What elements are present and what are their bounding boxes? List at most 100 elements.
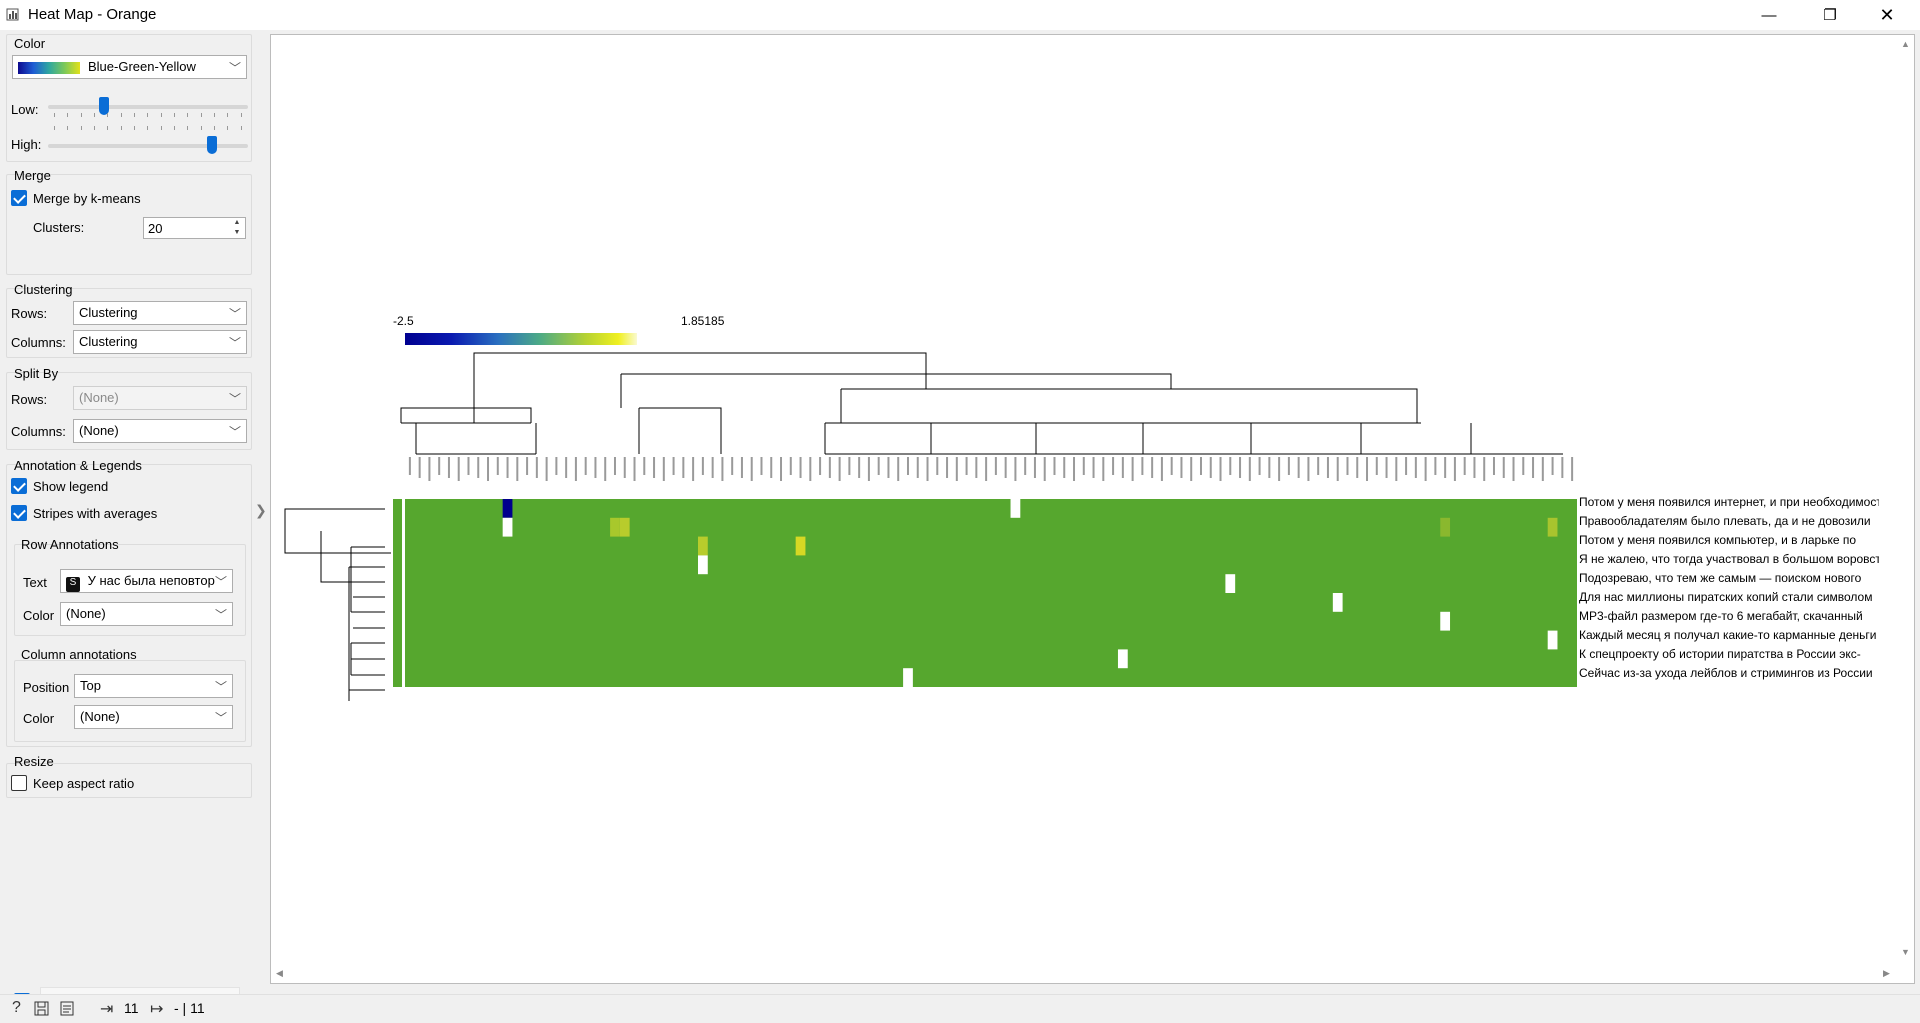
horizontal-scrollbar[interactable]: ◀ ▶ — [271, 965, 1898, 983]
column-label-mark — [1239, 457, 1242, 478]
low-slider-track[interactable] — [48, 105, 248, 109]
column-annotations-title: Column annotations — [21, 647, 137, 662]
column-label-mark — [877, 457, 880, 475]
column-label-mark — [760, 457, 763, 475]
spin-arrows-icon[interactable]: ▲ ▼ — [229, 218, 245, 238]
column-label-mark — [828, 457, 831, 478]
column-label-mark — [1258, 457, 1261, 475]
restore-button[interactable]: ❐ — [1807, 0, 1853, 30]
column-label-mark — [1541, 457, 1544, 481]
split-columns-combo[interactable]: (None) ﹀ — [73, 419, 247, 443]
column-label-mark — [1102, 457, 1105, 481]
column-label-mark — [1170, 457, 1173, 475]
column-label-mark — [1199, 457, 1202, 475]
row-color-combo[interactable]: (None) ﹀ — [60, 602, 233, 626]
column-label-mark — [1287, 457, 1290, 475]
chevron-down-icon: ﹀ — [228, 61, 241, 75]
chevron-down-icon: ﹀ — [228, 425, 241, 439]
column-label-mark — [477, 457, 480, 478]
column-label-mark — [867, 457, 870, 481]
row-text-combo[interactable]: S У нас была неповтор ﹀ — [60, 569, 233, 593]
column-label-mark — [428, 457, 431, 481]
merge-box-title: Merge — [14, 168, 51, 183]
window-title: Heat Map - Orange — [28, 6, 157, 23]
column-position-combo[interactable]: Top ﹀ — [74, 674, 233, 698]
column-label-mark — [1160, 457, 1163, 481]
column-label-mark — [1483, 457, 1486, 481]
column-label-mark — [447, 457, 450, 478]
column-label-mark — [1434, 457, 1437, 475]
column-label-mark — [604, 457, 607, 481]
column-label-mark — [955, 457, 958, 481]
row-label: Сейчас из-за ухода лейблов и стримингов … — [1579, 666, 1873, 680]
palette-combo[interactable]: Blue-Green-Yellow ﹀ — [12, 55, 247, 79]
save-icon[interactable] — [34, 1001, 49, 1016]
heatmap-cell — [619, 517, 630, 537]
column-label-mark — [994, 457, 997, 475]
vertical-scrollbar[interactable]: ▲ ▼ — [1896, 35, 1914, 965]
collapse-panel-icon[interactable]: ❯ — [255, 502, 267, 519]
cluster-rows-value: Clustering — [79, 305, 138, 320]
column-label-mark — [1463, 457, 1466, 475]
column-color-label: Color — [23, 711, 55, 726]
help-icon[interactable]: ? — [12, 999, 21, 1017]
high-slider-track[interactable] — [48, 144, 248, 148]
column-position-value: Top — [80, 678, 101, 693]
row-label: Я не жалею, что тогда участвовал в больш… — [1579, 552, 1879, 566]
column-label-mark — [496, 457, 499, 475]
clusters-spinbox[interactable]: 20 ▲ ▼ — [143, 217, 246, 239]
close-button[interactable]: ✕ — [1864, 0, 1910, 30]
column-label-mark — [1326, 457, 1329, 478]
column-label-mark — [418, 457, 421, 478]
cluster-columns-combo[interactable]: Clustering ﹀ — [73, 330, 247, 354]
keep-aspect-checkbox[interactable] — [11, 775, 27, 791]
column-label-mark — [1356, 457, 1359, 478]
column-label-mark — [1248, 457, 1251, 481]
scroll-down-icon[interactable]: ▼ — [1901, 947, 1910, 957]
heatmap-cell — [1440, 611, 1451, 631]
chevron-down-icon: ﹀ — [214, 608, 227, 622]
split-rows-combo: (None) ﹀ — [73, 386, 247, 410]
column-label-mark — [487, 457, 490, 481]
stripes-checkbox[interactable] — [11, 505, 27, 521]
column-label-mark — [1453, 457, 1456, 481]
column-label-mark — [584, 457, 587, 475]
column-label-mark — [1043, 457, 1046, 481]
scroll-right-icon[interactable]: ▶ — [1883, 968, 1890, 979]
column-label-mark — [633, 457, 636, 481]
column-color-combo[interactable]: (None) ﹀ — [74, 705, 233, 729]
chevron-down-icon: ﹀ — [228, 392, 241, 406]
heatmap-view[interactable]: -2.5 1.85185 Потом у меня появился интер… — [270, 34, 1915, 984]
column-label-mark — [535, 457, 538, 478]
status-bar: ? ⇥ 11 ↦ - | 11 — [0, 994, 1920, 1023]
row-label: К спецпроекту об истории пиратства в Рос… — [1579, 647, 1861, 661]
column-label-mark — [926, 457, 929, 481]
column-label-mark — [1131, 457, 1134, 481]
show-legend-checkbox[interactable] — [11, 478, 27, 494]
row-label: Для нас миллионы пиратских копий стали с… — [1579, 590, 1873, 604]
scroll-up-icon[interactable]: ▲ — [1901, 39, 1910, 49]
minimize-button[interactable]: — — [1746, 0, 1792, 30]
column-label-mark — [1190, 457, 1193, 481]
low-slider-ticks — [54, 113, 242, 121]
high-slider-handle[interactable] — [207, 136, 217, 154]
column-label-mark — [1375, 457, 1378, 475]
column-label-mark — [1151, 457, 1154, 478]
column-label-mark — [838, 457, 841, 481]
report-icon[interactable] — [60, 1001, 74, 1016]
column-label-mark — [701, 457, 704, 475]
row-annotation-texts: Потом у меня появился интернет, и при не… — [1579, 495, 1879, 685]
column-label-mark — [975, 457, 978, 478]
column-label-mark — [1278, 457, 1281, 481]
scroll-left-icon[interactable]: ◀ — [276, 968, 283, 979]
column-label-mark — [965, 457, 968, 475]
column-label-mark — [613, 457, 616, 475]
row-label: Подозреваю, что тем же самым — поиском н… — [1579, 571, 1862, 585]
heatmap-cell — [1010, 499, 1021, 518]
column-label-mark — [1502, 457, 1505, 478]
column-label-mark — [1307, 457, 1310, 481]
column-label-mark — [555, 457, 558, 475]
merge-checkbox[interactable] — [11, 190, 27, 206]
cluster-rows-combo[interactable]: Clustering ﹀ — [73, 301, 247, 325]
row-text-value: У нас была неповтор — [87, 573, 215, 588]
